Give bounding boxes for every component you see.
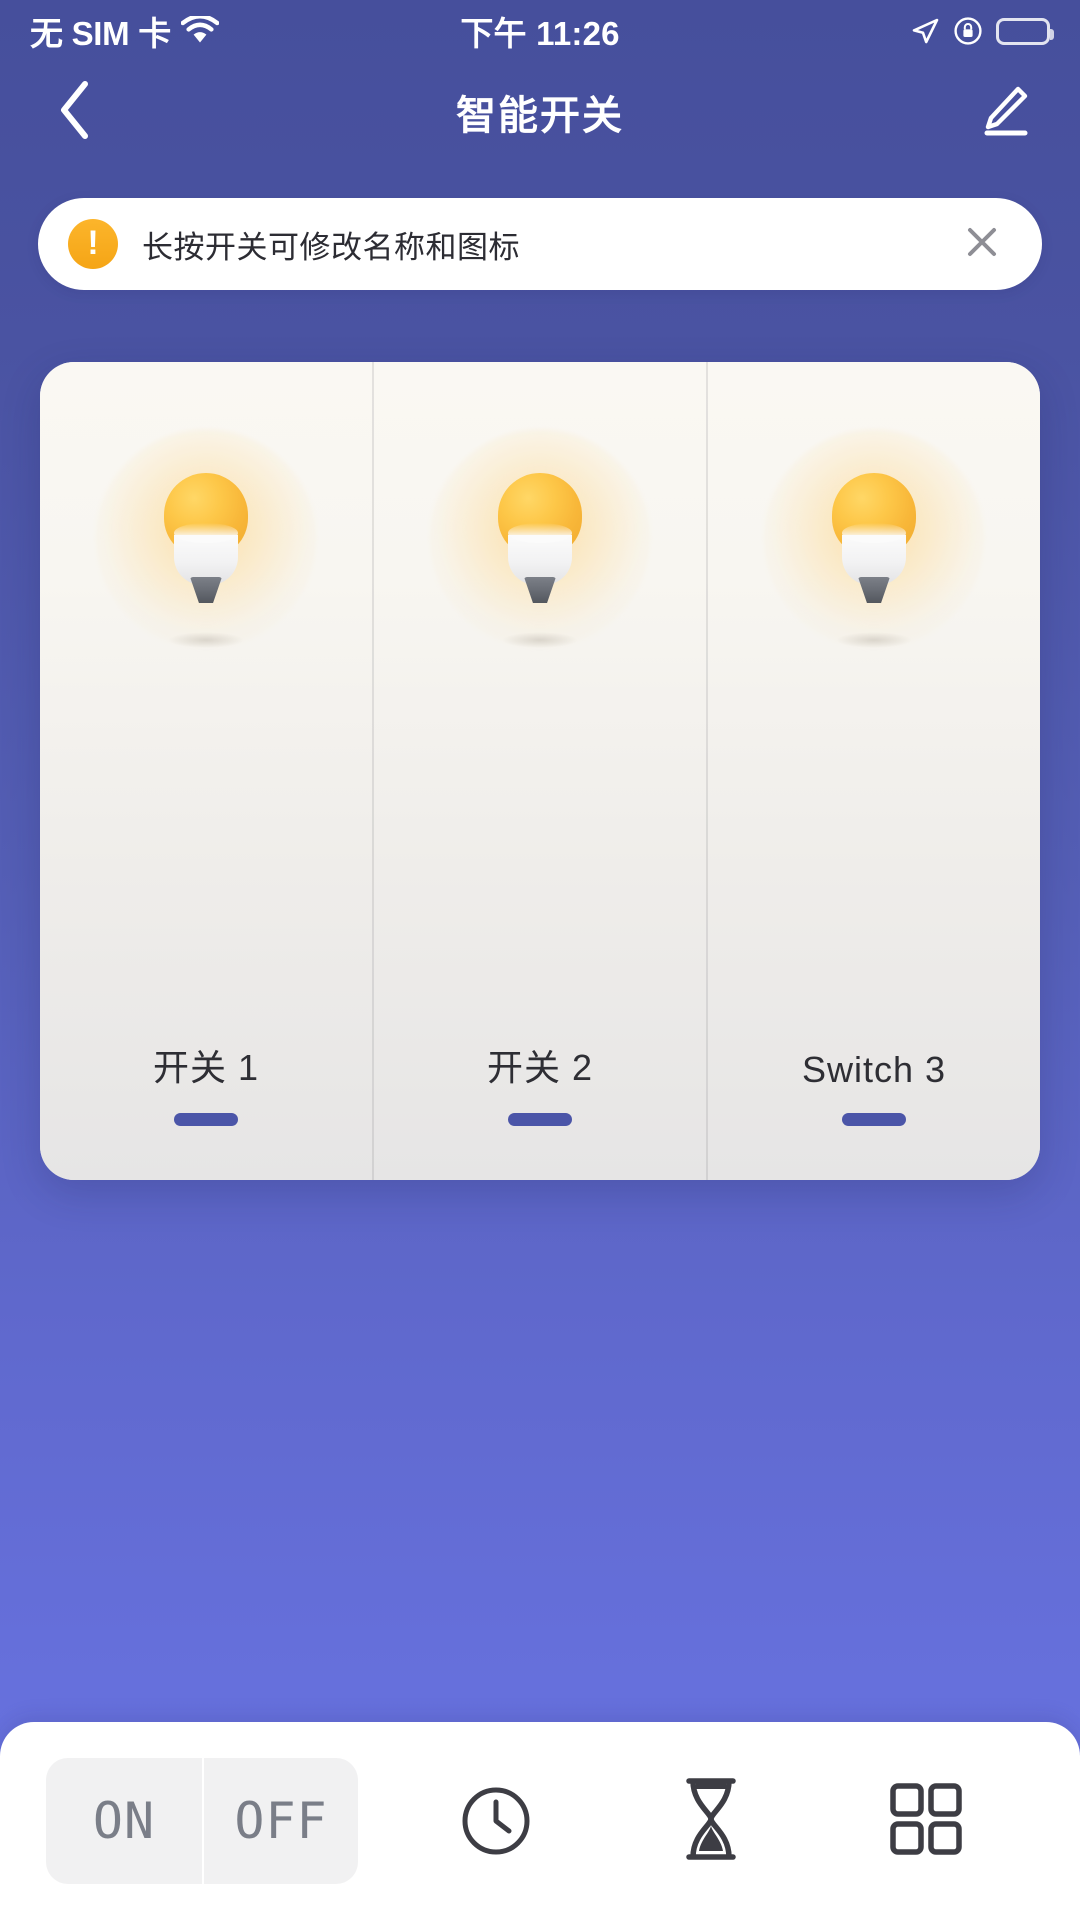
switch-gang-footer: 开关 2 (374, 1039, 706, 1126)
battery-icon (996, 17, 1055, 45)
pencil-edit-icon (977, 82, 1033, 143)
rotation-lock-icon (953, 16, 983, 46)
status-bar-right (620, 16, 1055, 46)
exclamation-mark: ! (87, 224, 99, 262)
on-off-segmented-control: ON OFF (46, 1758, 358, 1884)
switch-gang-label: 开关 1 (152, 1047, 260, 1088)
power-off-button[interactable]: OFF (202, 1758, 358, 1884)
wifi-icon (180, 16, 219, 46)
close-x-icon (962, 222, 1002, 267)
light-bulb-icon (91, 424, 321, 654)
nav-bar: 智能开关 (0, 62, 1080, 162)
more-apps-button[interactable] (871, 1766, 981, 1876)
light-bulb-icon (759, 424, 989, 654)
toolbar-icon-group (358, 1766, 1034, 1876)
bottom-toolbar: ON OFF (0, 1722, 1080, 1920)
exclamation-circle-icon: ! (68, 219, 118, 269)
switch-state-indicator (174, 1113, 238, 1126)
clock-icon (453, 1776, 539, 1867)
status-bar-left: 无 SIM 卡 (30, 7, 460, 55)
switch-state-indicator (508, 1113, 572, 1126)
switch-gang-3[interactable]: Switch 3 (706, 362, 1040, 1180)
grid-squares-icon (887, 1780, 965, 1863)
status-bar: 无 SIM 卡 下午 11:26 (0, 0, 1080, 62)
switch-gang-2[interactable]: 开关 2 (372, 362, 706, 1180)
chevron-left-icon (55, 79, 95, 146)
hourglass-icon (675, 1773, 747, 1870)
timer-button[interactable] (441, 1766, 551, 1876)
switch-panel: 开关 1 开关 2 Switch 3 (40, 362, 1040, 1180)
carrier-label: 无 SIM 卡 (30, 15, 171, 52)
switch-gang-label: 开关 2 (486, 1047, 594, 1088)
switch-gang-footer: 开关 1 (40, 1039, 372, 1126)
notice-banner-text: 长按开关可修改名称和图标 (142, 229, 520, 265)
page-title: 智能开关 (456, 94, 624, 138)
switch-gang-label: Switch 3 (801, 1049, 947, 1090)
back-button[interactable] (42, 79, 108, 145)
switch-state-indicator (842, 1113, 906, 1126)
location-arrow-icon (910, 16, 940, 46)
notice-banner: ! 长按开关可修改名称和图标 (38, 198, 1042, 290)
switch-gang-footer: Switch 3 (708, 1049, 1040, 1126)
countdown-button[interactable] (656, 1766, 766, 1876)
switch-gang-1[interactable]: 开关 1 (40, 362, 372, 1180)
banner-close-button[interactable] (956, 218, 1008, 270)
edit-button[interactable] (972, 79, 1038, 145)
status-bar-clock: 下午 11:26 (460, 15, 620, 52)
light-bulb-icon (425, 424, 655, 654)
power-on-button[interactable]: ON (46, 1758, 202, 1884)
